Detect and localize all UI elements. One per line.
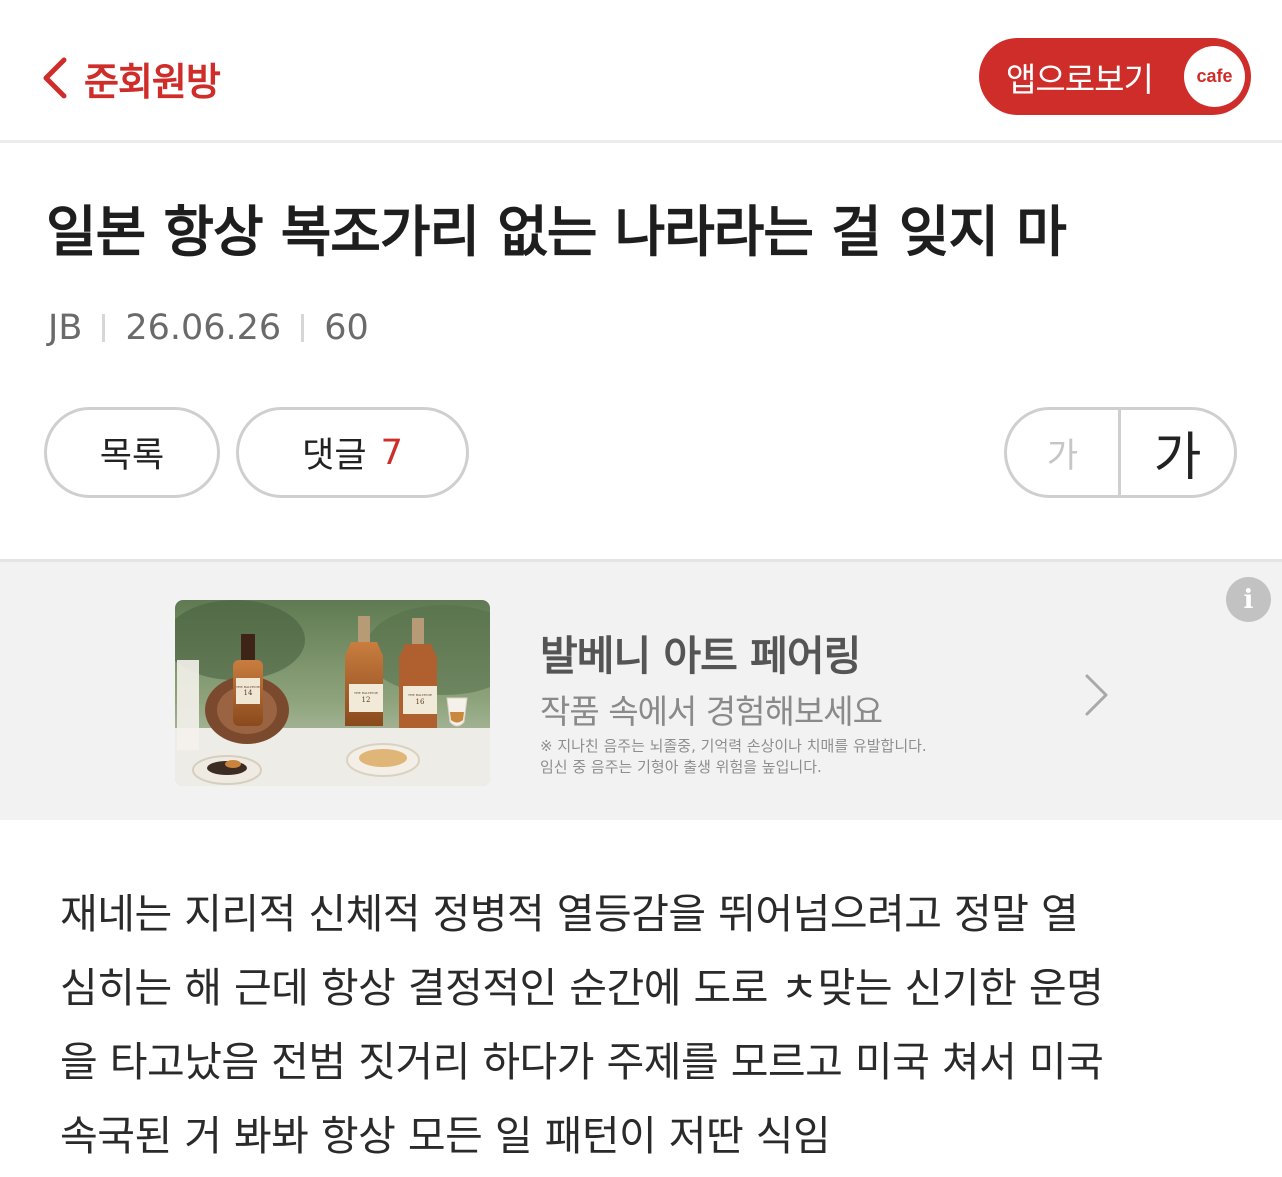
ad-bottle-age: 16 — [416, 698, 425, 706]
post-body-line: 심히는 해 근데 항상 결정적인 순간에 도로 ㅊ맞는 신기한 운명 — [60, 964, 1104, 1012]
post-meta: JB 26.06.26 60 — [48, 306, 369, 350]
ad-bottle-label: THE BALVENIE — [236, 685, 260, 689]
comments-button-label: 댓글 — [302, 436, 367, 476]
font-size-small-button[interactable]: 가 — [1007, 410, 1121, 495]
ad-warning-line: 임신 중 음주는 기형아 출생 위험을 높입니다. — [540, 758, 822, 776]
cafe-logo-icon: cafe — [1184, 46, 1245, 107]
comments-count: 7 — [380, 432, 403, 473]
ad-subtitle: 작품 속에서 경험해보세요 — [540, 692, 883, 731]
ad-info-icon[interactable]: i — [1226, 577, 1271, 622]
back-button[interactable]: 준회원방 — [40, 50, 221, 106]
chevron-right-icon[interactable] — [1083, 672, 1111, 718]
ad-bottle-age: 12 — [362, 696, 371, 704]
open-in-app-label: 앱으로보기 — [1006, 59, 1154, 99]
post-date: 26.06.26 — [125, 308, 282, 348]
post-body-line: 속국된 거 봐봐 항상 모든 일 패턴이 저딴 식임 — [60, 1112, 831, 1160]
list-button-label: 목록 — [99, 436, 165, 476]
cafe-board-name: 준회원방 — [84, 59, 221, 104]
post-title: 일본 항상 복조가리 없는 나라라는 걸 잊지 마 — [46, 200, 1067, 264]
chevron-left-icon — [43, 57, 67, 99]
ad-image[interactable]: 14 THE BALVENIE 12 THE BALVENIE 16 THE B… — [175, 600, 490, 786]
ad-banner[interactable]: 14 THE BALVENIE 12 THE BALVENIE 16 THE B… — [0, 559, 1282, 820]
post-author[interactable]: JB — [48, 308, 82, 348]
font-size-toggle: 가 가 — [1004, 407, 1237, 498]
ad-bottle-label: THE BALVENIE — [354, 691, 378, 695]
ad-warning-line: ※ 지나친 음주는 뇌졸중, 기억력 손상이나 치매를 유발합니다. — [540, 737, 927, 755]
list-button[interactable]: 목록 — [44, 407, 220, 498]
font-size-large-button[interactable]: 가 — [1121, 410, 1234, 495]
post-body-line: 을 타고났음 전범 짓거리 하다가 주제를 모르고 미국 쳐서 미국 — [60, 1038, 1104, 1086]
ad-bottle-age: 14 — [244, 689, 253, 697]
ad-title[interactable]: 발베니 아트 페어링 — [540, 622, 861, 682]
comments-button[interactable]: 댓글 7 — [236, 407, 469, 498]
meta-divider — [102, 314, 106, 342]
top-bar: 준회원방 앱으로보기 cafe — [0, 0, 1282, 143]
post-views: 60 — [324, 308, 369, 348]
meta-divider — [301, 314, 305, 342]
whisky-bottles-image: 14 THE BALVENIE 12 THE BALVENIE 16 THE B… — [175, 600, 490, 786]
open-in-app-button[interactable]: 앱으로보기 cafe — [979, 38, 1251, 115]
post-body: 재네는 지리적 신체적 정병적 열등감을 뛰어넘으려고 정말 열 심히는 해 근… — [60, 877, 1230, 1173]
post-body-line: 재네는 지리적 신체적 정병적 열등감을 뛰어넘으려고 정말 열 — [60, 890, 1079, 938]
ad-info-glyph: i — [1243, 584, 1254, 615]
cafe-logo-text: cafe — [1196, 66, 1233, 86]
ad-bottle-label: THE BALVENIE — [408, 693, 432, 697]
ad-warning: ※ 지나친 음주는 뇌졸중, 기억력 손상이나 치매를 유발합니다. 임신 중 … — [540, 736, 927, 778]
